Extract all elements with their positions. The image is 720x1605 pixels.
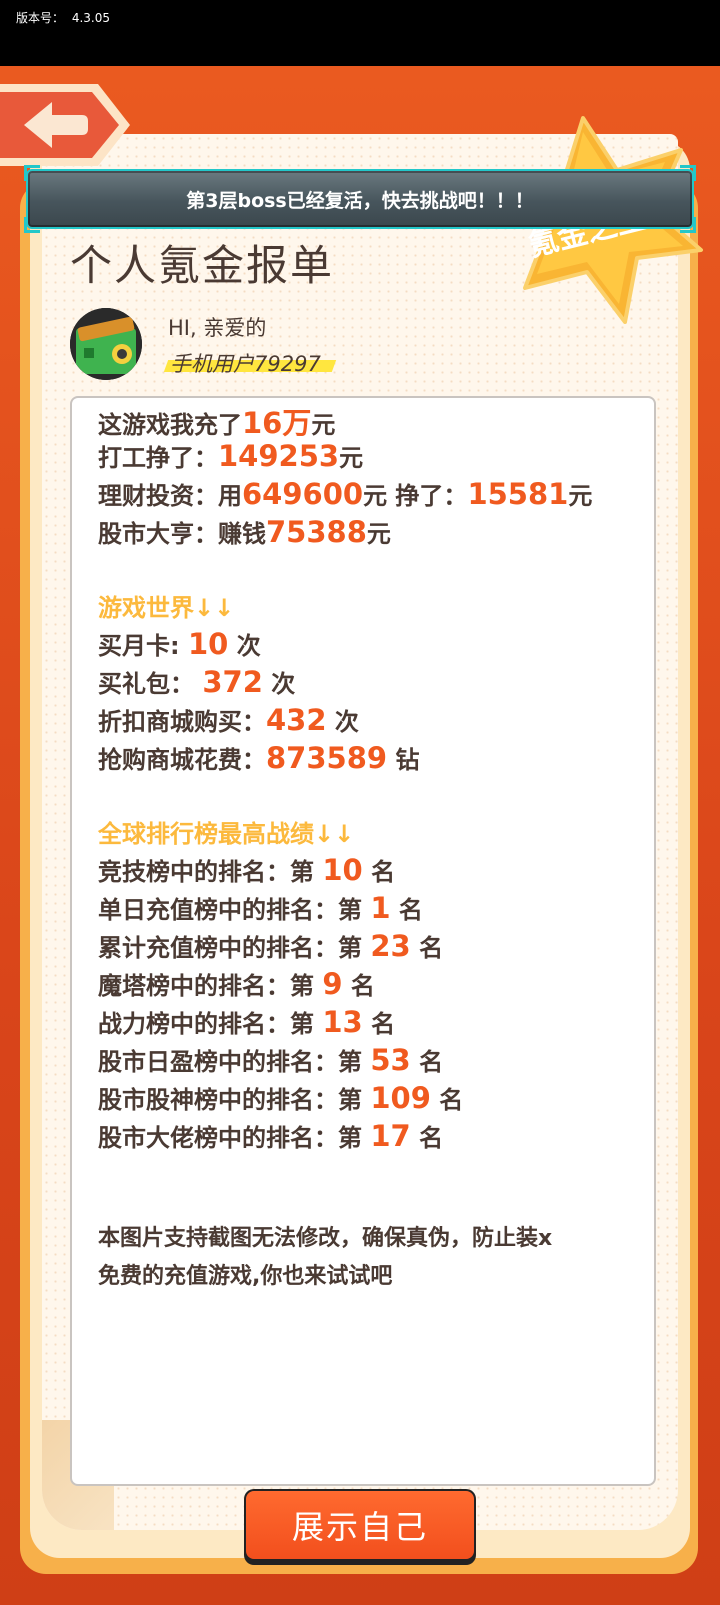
work-row: 打工挣了：149253元 [98, 438, 363, 473]
ranking-label: 股市日盈榜中的排名： [98, 1048, 338, 1076]
footnote-line-2: 免费的充值游戏,你也来试试吧 [98, 1264, 393, 1289]
game-world-title: 游戏世界↓↓ [98, 594, 235, 622]
notice-text: 第3层boss已经复活，快去挑战吧！！！ [186, 189, 534, 212]
recharge-value: 16万 [242, 406, 312, 440]
game-world-item: 买月卡: 10 次 [98, 626, 261, 661]
item-value: 873589 [266, 741, 388, 775]
ranking-value: 10 [322, 853, 363, 887]
ranking-label: 魔塔榜中的排名： [98, 972, 290, 1000]
game-world-item: 抢购商城花费：873589 钻 [98, 740, 419, 775]
stock-row: 股市大亨：赚钱75388元 [98, 514, 391, 549]
ranking-value: 1 [370, 891, 391, 925]
back-button[interactable] [0, 82, 135, 168]
ranking-label: 竞技榜中的排名： [98, 858, 290, 886]
version-number: 4.3.05 [71, 11, 111, 25]
recharge-unit: 元 [311, 411, 336, 439]
ranking-unit: 名 [371, 858, 396, 886]
ranking-prefix: 第 [290, 858, 314, 886]
ranking-unit: 名 [398, 896, 423, 924]
ranking-label: 单日充值榜中的排名： [98, 896, 338, 924]
ranking-value: 53 [370, 1043, 411, 1077]
show-myself-label: 展示自己 [246, 1491, 474, 1559]
item-unit: 钻 [395, 746, 420, 774]
item-unit: 次 [334, 708, 359, 736]
item-value: 372 [202, 665, 263, 699]
ranking-item: 竞技榜中的排名：第 10 名 [98, 852, 395, 887]
ranking-unit: 名 [419, 1048, 444, 1076]
item-label: 折扣商城购买： [98, 708, 266, 736]
ranking-unit: 名 [419, 934, 444, 962]
ranking-item: 股市大佬榜中的排名：第 17 名 [98, 1118, 443, 1153]
ranking-label: 股市大佬榜中的排名： [98, 1124, 338, 1152]
item-unit: 次 [271, 670, 296, 698]
rankings-title: 全球排行榜最高战绩↓↓ [98, 820, 355, 848]
ranking-label: 战力榜中的排名： [98, 1010, 290, 1038]
item-value: 10 [187, 627, 229, 661]
ranking-label: 股市股神榜中的排名： [98, 1086, 338, 1114]
footnote: 本图片支持截图无法修改，确保真伪，防止装x 免费的充值游戏,你也来试试吧 [98, 1220, 650, 1296]
ranking-value: 23 [370, 929, 411, 963]
game-world-item: 折扣商城购买：432 次 [98, 702, 359, 737]
ranking-item: 股市股神榜中的排名：第 109 名 [98, 1080, 463, 1115]
invest-value: 649600 [242, 477, 364, 511]
ranking-prefix: 第 [290, 972, 314, 1000]
avatar[interactable] [70, 308, 142, 380]
item-label: 买月卡: [98, 632, 180, 660]
ranking-value: 17 [370, 1119, 411, 1153]
username: 手机用户79297 [170, 352, 321, 376]
ranking-unit: 名 [439, 1086, 464, 1114]
game-world-item: 买礼包： 372 次 [98, 664, 295, 699]
work-label: 打工挣了： [98, 444, 218, 472]
work-value: 149253 [218, 439, 340, 473]
ranking-item: 累计充值榜中的排名：第 23 名 [98, 928, 443, 963]
ranking-unit: 名 [350, 972, 375, 1000]
report-card: 这游戏我充了16万元 打工挣了：149253元 理财投资：用649600元 挣了… [70, 396, 656, 1486]
recharge-row: 这游戏我充了16万元 [98, 400, 335, 442]
item-label: 买礼包： [98, 670, 194, 698]
invest-row: 理财投资：用649600元 挣了：15581元 [98, 476, 592, 511]
greeting: HI, 亲爱的 [168, 316, 267, 340]
invest-unit: 元 [568, 482, 593, 510]
item-label: 抢购商城花费： [98, 746, 266, 774]
recharge-label: 这游戏我充了 [98, 411, 242, 439]
work-unit: 元 [339, 444, 364, 472]
item-value: 432 [266, 703, 327, 737]
ranking-item: 股市日盈榜中的排名：第 53 名 [98, 1042, 443, 1077]
ranking-item: 战力榜中的排名：第 13 名 [98, 1004, 395, 1039]
invest-label: 理财投资：用 [98, 482, 242, 510]
status-bar: 版本号： 4.3.05 [0, 0, 720, 66]
ranking-unit: 名 [419, 1124, 444, 1152]
stock-label: 股市大亨：赚钱 [98, 520, 266, 548]
item-unit: 次 [236, 632, 261, 660]
version-label: 版本号： [16, 11, 65, 25]
footnote-line-1: 本图片支持截图无法修改，确保真伪，防止装x [98, 1226, 553, 1251]
invest-earn-value: 15581 [467, 477, 569, 511]
show-myself-button[interactable]: 展示自己 [244, 1489, 476, 1565]
ranking-prefix: 第 [338, 1048, 362, 1076]
notice-banner: 第3层boss已经复活，快去挑战吧！！！ [24, 165, 696, 233]
ranking-prefix: 第 [338, 1086, 362, 1114]
ranking-prefix: 第 [290, 1010, 314, 1038]
report-title: 个人氪金报单 [70, 241, 335, 290]
ranking-label: 累计充值榜中的排名： [98, 934, 338, 962]
stock-unit: 元 [366, 520, 391, 548]
ranking-item: 单日充值榜中的排名：第 1 名 [98, 890, 423, 925]
ranking-prefix: 第 [338, 1124, 362, 1152]
ranking-value: 9 [322, 967, 343, 1001]
invest-mid-label: 元 挣了： [363, 482, 468, 510]
ranking-item: 魔塔榜中的排名：第 9 名 [98, 966, 375, 1001]
ranking-value: 109 [370, 1081, 431, 1115]
ranking-value: 13 [322, 1005, 363, 1039]
stock-value: 75388 [266, 515, 367, 549]
ranking-prefix: 第 [338, 934, 362, 962]
ranking-unit: 名 [371, 1010, 396, 1038]
ranking-prefix: 第 [338, 896, 362, 924]
